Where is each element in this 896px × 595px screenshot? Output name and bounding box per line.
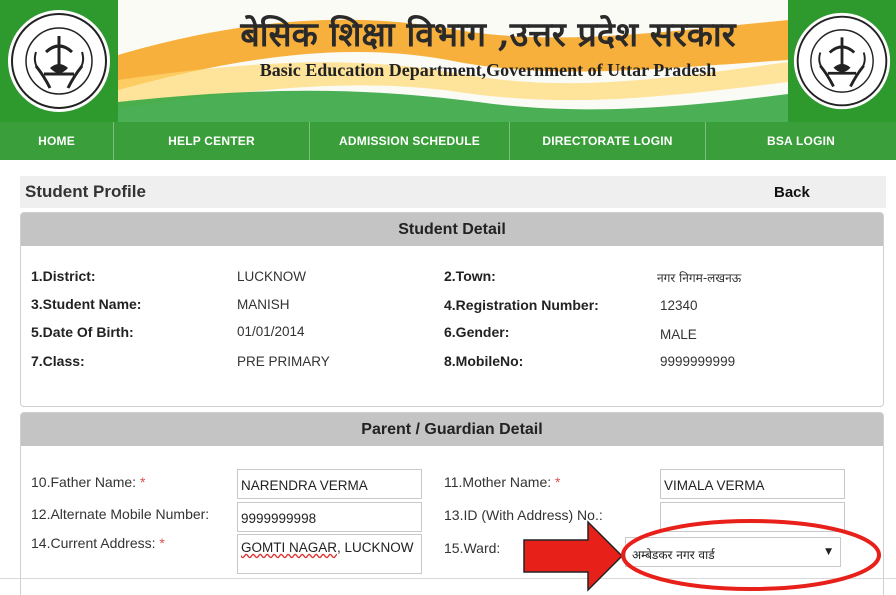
alt-mobile-input[interactable]: 9999999998 [237,502,422,532]
main-nav: HOME HELP CENTER ADMISSION SCHEDULE DIRE… [0,122,896,160]
father-name-label-text: 10.Father Name: [31,474,137,490]
up-emblem-icon [793,12,891,110]
mother-name-input[interactable]: VIMALA VERMA [660,469,845,499]
header-title-hindi: बेसिक शिक्षा विभाग ,उत्तर प्रदेश सरकार [240,15,736,55]
student-detail-heading: Student Detail [21,213,883,246]
required-mark: * [555,474,561,490]
up-emblem-icon [8,10,110,112]
parent-detail-panel: Parent / Guardian Detail 10.Father Name:… [20,412,884,595]
ward-label: 15.Ward: [444,540,501,556]
page-title: Student Profile [25,182,146,201]
parent-detail-heading: Parent / Guardian Detail [21,413,883,446]
header-banner: बेसिक शिक्षा विभाग ,उत्तर प्रदेश सरकार B… [0,0,896,122]
dob-label: 5.Date Of Birth: [31,324,134,340]
student-name-label: 3.Student Name: [31,296,142,312]
required-mark: * [159,535,165,551]
gender-label: 6.Gender: [444,324,510,340]
district-label: 1.District: [31,268,96,284]
nav-admission-schedule[interactable]: ADMISSION SCHEDULE [310,122,510,160]
back-button[interactable]: Back [774,184,810,201]
town-value: नगर निगम-लखनऊ [657,271,742,285]
registration-number-label: 4.Registration Number: [444,297,599,313]
divider [0,578,896,579]
address-text: , LUCKNOW [337,540,414,555]
gender-value: MALE [660,327,697,342]
mother-name-label-text: 11.Mother Name: [444,474,552,490]
mobile-label: 8.MobileNo: [444,353,524,369]
current-address-label-text: 14.Current Address: [31,535,156,551]
dob-value: 01/01/2014 [237,324,305,339]
current-address-textarea[interactable]: GOMTI NAGAR, LUCKNOW [237,534,422,574]
registration-number-value: 12340 [660,298,698,313]
id-number-label: 13.ID (With Address) No.: [444,507,603,523]
nav-bsa-login[interactable]: BSA LOGIN [706,122,896,160]
nav-help-center[interactable]: HELP CENTER [114,122,310,160]
nav-directorate-login[interactable]: DIRECTORATE LOGIN [510,122,706,160]
profile-bar: Student Profile Back [20,176,886,208]
mother-name-label: 11.Mother Name: * [444,474,560,490]
header-band: बेसिक शिक्षा विभाग ,उत्तर प्रदेश सरकार B… [118,0,788,122]
logo-right [788,0,896,122]
chevron-down-icon: ▼ [825,547,832,557]
class-value: PRE PRIMARY [237,354,330,369]
district-value: LUCKNOW [237,269,307,284]
id-number-input[interactable] [660,502,845,532]
nav-home[interactable]: HOME [0,122,114,160]
address-spellcheck-text: GOMTI NAGAR [241,540,338,555]
header-title-english: Basic Education Department,Government of… [259,60,717,80]
town-label: 2.Town: [444,268,496,284]
required-mark: * [139,474,146,490]
alt-mobile-label: 12.Alternate Mobile Number: [31,506,210,522]
logo-left [0,0,118,122]
ward-selected-value: अम्बेडकर नगर वार्ड [632,548,715,562]
father-name-input[interactable]: NARENDRA VERMA [237,469,422,499]
student-detail-panel: Student Detail 1.District: LUCKNOW 2.Tow… [20,212,884,407]
ward-select[interactable]: अम्बेडकर नगर वार्ड ▼ [625,537,841,567]
class-label: 7.Class: [31,353,85,369]
student-name-value: MANISH [237,297,290,312]
mobile-value: 9999999999 [660,354,736,369]
father-name-label: 10.Father Name: * [31,474,145,490]
current-address-label: 14.Current Address: * [31,535,165,551]
